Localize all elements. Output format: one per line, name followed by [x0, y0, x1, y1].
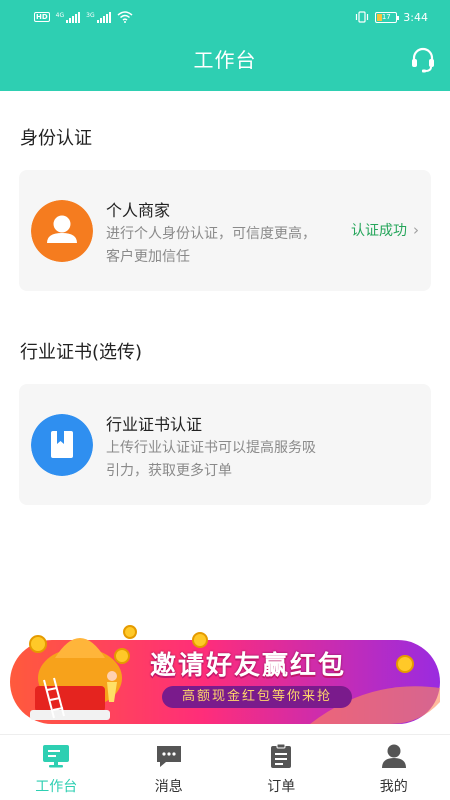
- battery-icon: 17: [375, 11, 400, 23]
- person-avatar-icon: [31, 200, 93, 262]
- tab-mine[interactable]: 我的: [338, 735, 450, 800]
- card-personal-merchant[interactable]: 个人商家 进行个人身份认证，可信度更高，客户更加信任 认证成功 ›: [19, 170, 431, 291]
- tab-messages[interactable]: 消息: [113, 735, 226, 800]
- status-right: 17 3:44: [355, 11, 428, 24]
- signal-3g-icon: 3G: [86, 11, 111, 23]
- tab-label: 消息: [154, 779, 183, 795]
- vibrate-icon: [356, 11, 369, 23]
- monitor-icon: [43, 745, 70, 768]
- signal-3g-label: 3G: [86, 11, 95, 19]
- tab-label: 我的: [379, 779, 408, 795]
- banner-subtitle: 高额现金红包等你来抢: [162, 686, 352, 708]
- tab-workbench[interactable]: 工作台: [0, 735, 113, 800]
- tab-orders[interactable]: 订单: [225, 735, 338, 800]
- status-bar: HD 4G 3G 17 3:44: [0, 0, 450, 34]
- app-header: HD 4G 3G 17 3:44 工作台: [0, 0, 450, 91]
- hd-badge: HD: [34, 12, 50, 22]
- card-title: 行业证书认证: [106, 415, 203, 434]
- card-industry-certificate[interactable]: 行业证书认证 上传行业认证证书可以提高服务吸引力，获取更多订单: [19, 384, 431, 505]
- section-title-identity: 身份认证: [20, 128, 92, 149]
- signal-4g-icon: 4G: [55, 11, 81, 23]
- section-title-certificate: 行业证书(选传): [20, 342, 143, 363]
- chevron-right-icon: ›: [413, 221, 419, 239]
- bottom-tab-bar: 工作台 消息 订单 我的: [0, 734, 450, 800]
- wifi-icon: [117, 11, 133, 23]
- user-icon: [381, 744, 406, 768]
- verification-status[interactable]: 认证成功 ›: [351, 220, 419, 240]
- card-description: 上传行业认证证书可以提高服务吸引力，获取更多订单: [106, 440, 316, 479]
- status-text: 认证成功: [351, 223, 407, 239]
- card-description: 进行个人身份认证，可信度更高，客户更加信任: [106, 226, 316, 265]
- clock: 3:44: [403, 10, 428, 24]
- page-title: 工作台: [193, 48, 257, 72]
- tab-label: 工作台: [35, 779, 78, 795]
- chat-icon: [156, 746, 181, 767]
- clipboard-icon: [271, 743, 292, 768]
- tab-label: 订单: [267, 779, 296, 795]
- invite-banner[interactable]: 邀请好友赢红包 高额现金红包等你来抢: [10, 618, 440, 730]
- banner-title: 邀请好友赢红包: [150, 651, 347, 681]
- headset-icon[interactable]: [410, 46, 436, 74]
- status-left: HD 4G 3G: [34, 11, 133, 23]
- card-title: 个人商家: [106, 201, 171, 220]
- battery-level: 17: [381, 13, 391, 21]
- signal-4g-label: 4G: [55, 11, 65, 19]
- bookmark-book-icon: [31, 414, 93, 476]
